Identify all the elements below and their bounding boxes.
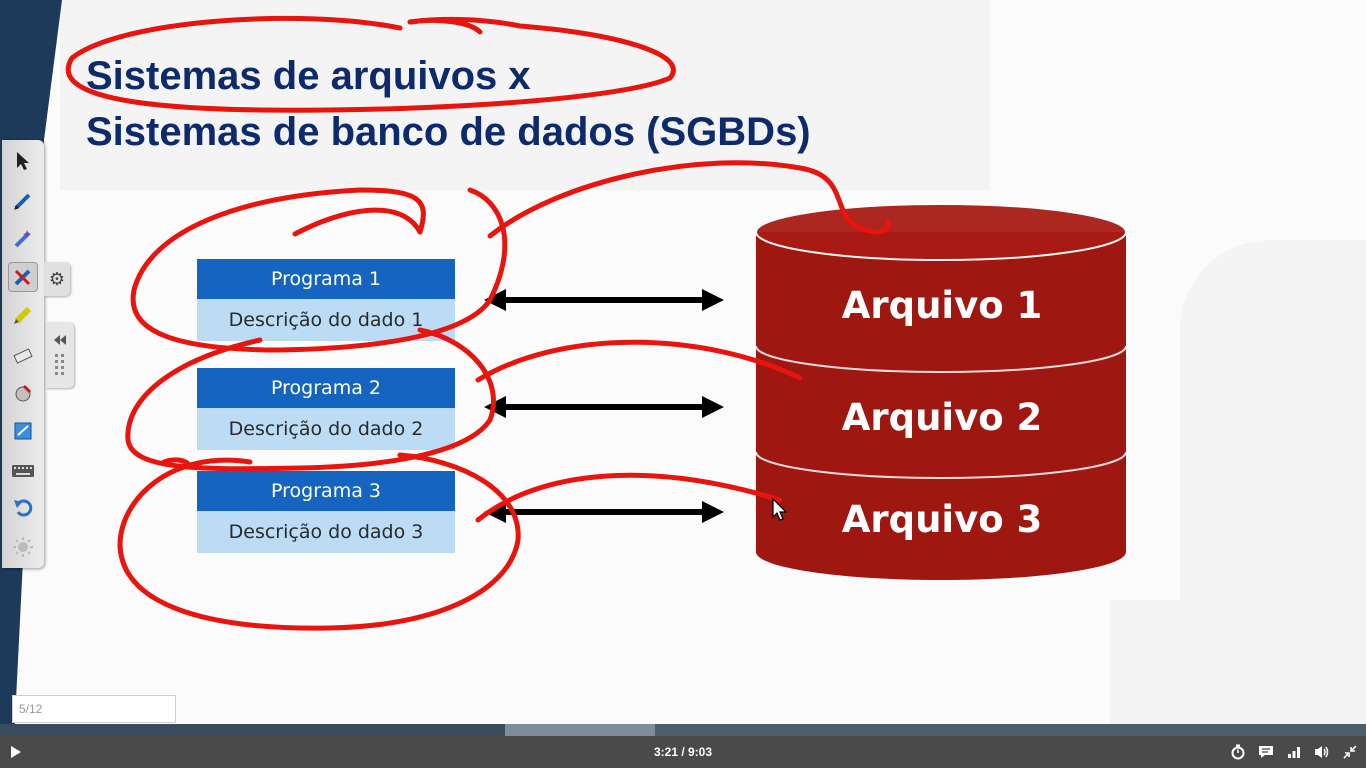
eraser-pen-icon[interactable] <box>8 262 38 292</box>
keyboard-icon[interactable] <box>8 456 38 486</box>
volume-icon <box>1315 746 1329 758</box>
exit-fullscreen-icon <box>1343 745 1357 759</box>
double-chevron-left-icon <box>54 335 66 375</box>
select-arrow-icon[interactable] <box>8 146 38 176</box>
collapse-toolbar-button[interactable] <box>46 322 74 388</box>
highlighter-icon[interactable] <box>8 300 38 330</box>
captions-icon <box>1259 746 1273 758</box>
time-display: 3:21 / 9:03 <box>653 745 713 759</box>
speed-button[interactable] <box>1228 736 1248 768</box>
player-control-bar: 3:21 / 9:03 <box>0 736 1366 768</box>
pen-icon[interactable] <box>8 186 38 216</box>
page-indicator: 5/12 <box>12 695 176 723</box>
video-frame: Sistemas de arquivos x Sistemas de banco… <box>0 0 1366 736</box>
spotlight-icon[interactable] <box>8 532 38 562</box>
progress-played <box>0 724 505 736</box>
undo-icon[interactable] <box>8 492 38 522</box>
stopwatch-icon <box>1231 744 1245 760</box>
progress-buffered <box>505 724 655 736</box>
gear-icon[interactable]: ⚙ <box>44 262 70 296</box>
screen-capture-icon[interactable] <box>8 416 38 446</box>
video-progress-bar[interactable] <box>0 724 1366 736</box>
pen-annotations <box>65 15 892 631</box>
quality-button[interactable] <box>1284 736 1304 768</box>
play-icon <box>11 746 21 758</box>
mouse-cursor-icon <box>772 498 788 521</box>
fill-icon[interactable] <box>8 378 38 408</box>
magic-pen-icon[interactable] <box>8 224 38 254</box>
play-button[interactable] <box>4 736 28 768</box>
volume-button[interactable] <box>1312 736 1332 768</box>
exit-fullscreen-button[interactable] <box>1340 736 1360 768</box>
signal-bars-icon <box>1288 747 1300 758</box>
annotation-toolbar <box>2 140 44 568</box>
captions-button[interactable] <box>1256 736 1276 768</box>
eraser-icon[interactable] <box>8 340 38 370</box>
